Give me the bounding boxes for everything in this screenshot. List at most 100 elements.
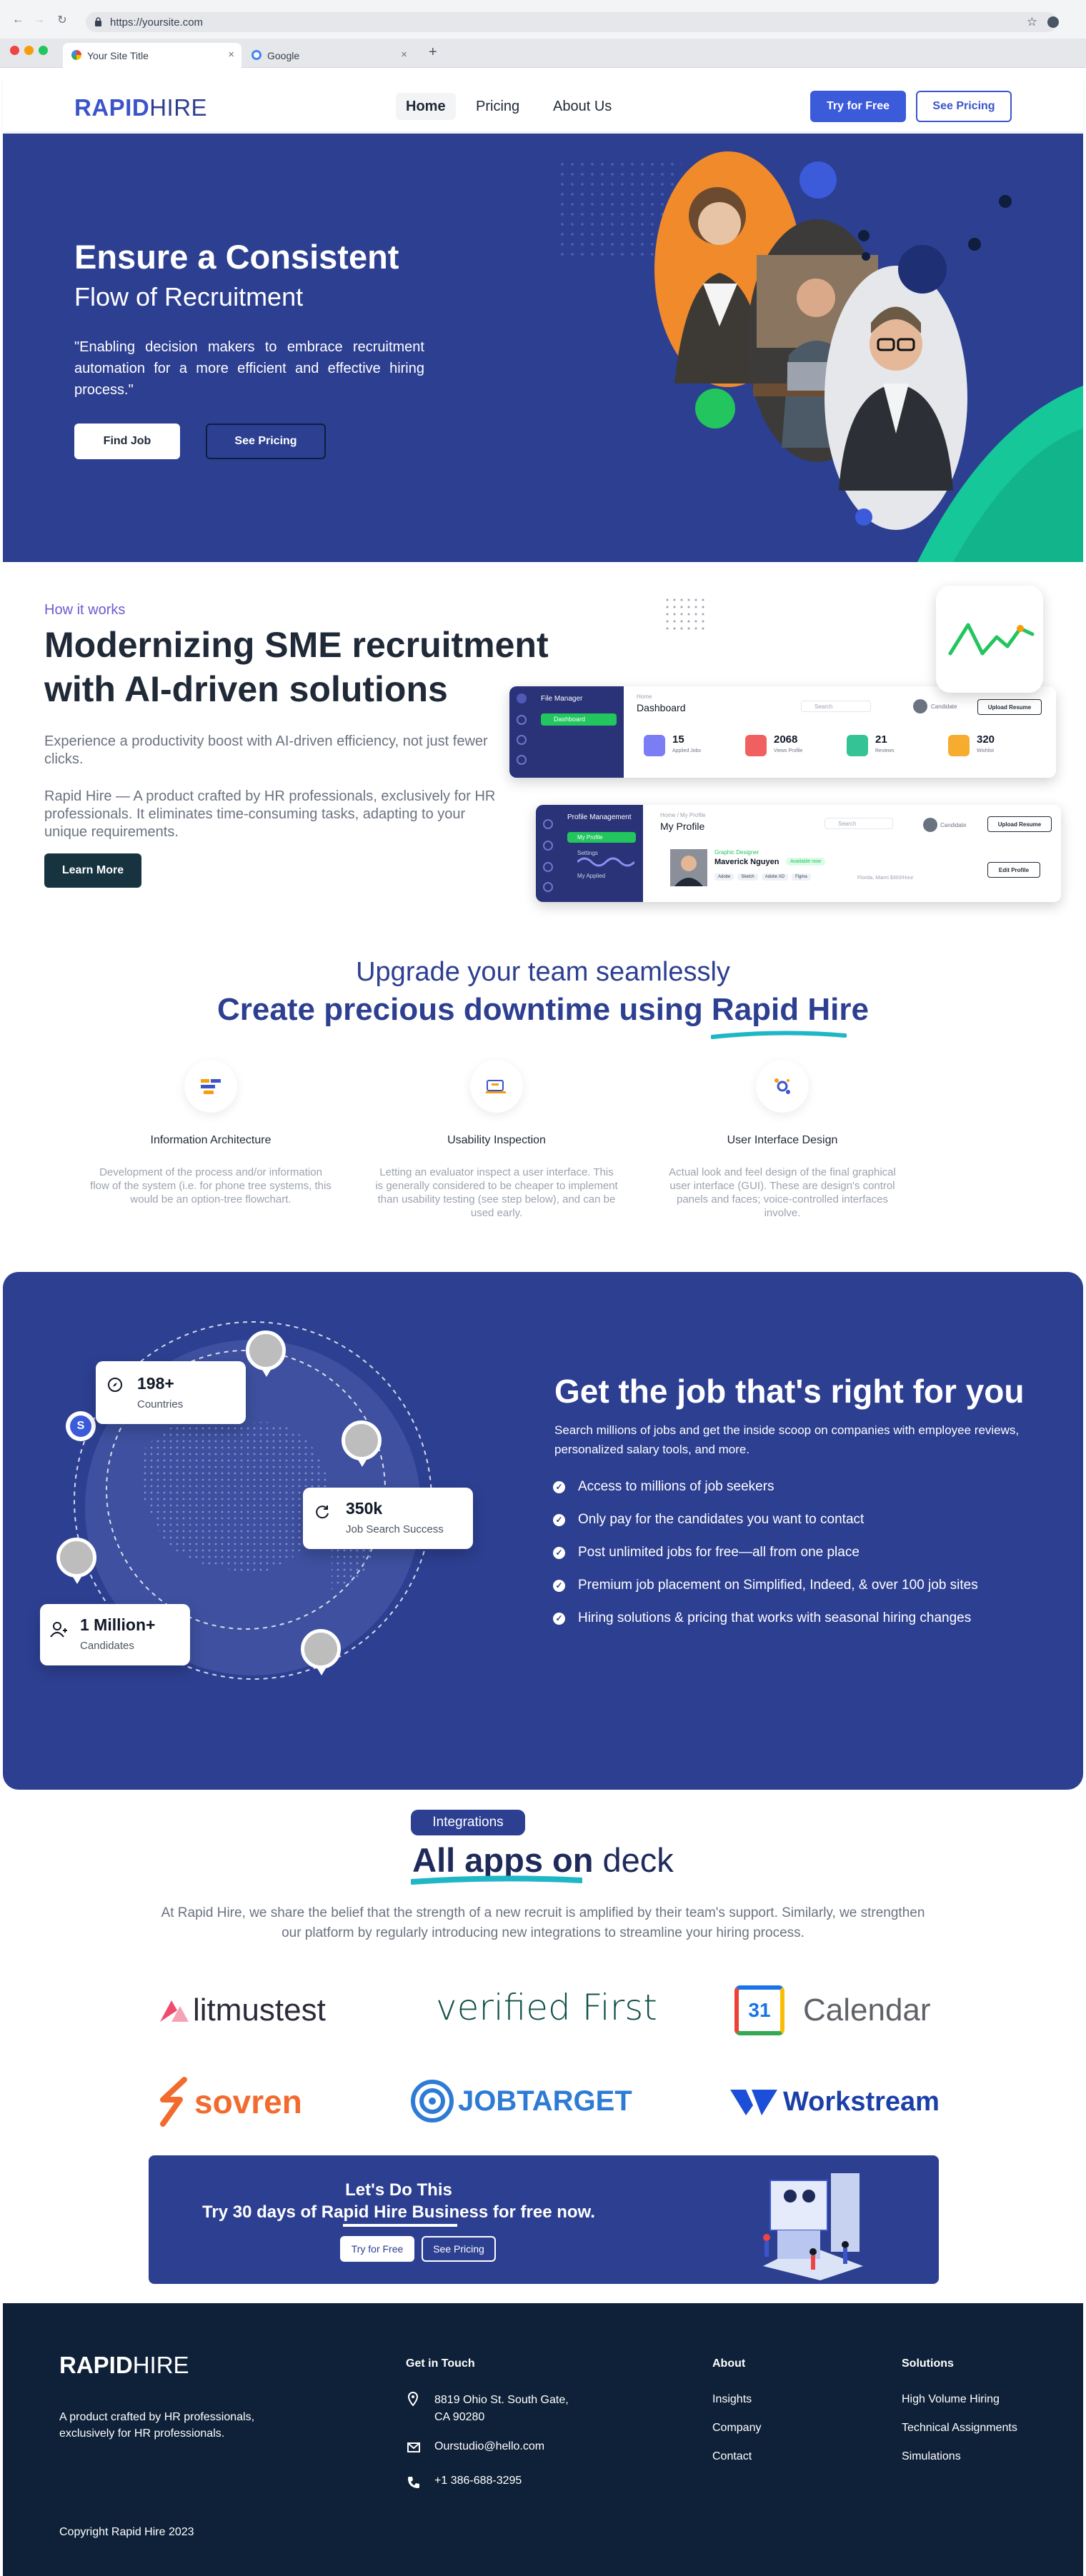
footer-address: 8819 Ohio St. South Gate, CA 90280	[434, 2394, 569, 2423]
upgrade-subtitle: Upgrade your team seamlessly	[356, 957, 730, 987]
cta-line2: Try 30 days of Rapid Hire Business for f…	[202, 2202, 595, 2222]
profile-mockup: Profile Management My Profile Settings M…	[536, 805, 1061, 902]
see-pricing-button[interactable]: See Pricing	[916, 91, 1012, 122]
footer-tagline: A product crafted by HR professionals, e…	[59, 2411, 255, 2440]
browser-tab-active[interactable]: Your Site Title ×	[63, 43, 241, 68]
jobs-subtitle: Search millions of jobs and get the insi…	[554, 1423, 1020, 1456]
hero-title-line2: Flow of Recruitment	[74, 282, 304, 311]
learn-more-button[interactable]: Learn More	[44, 853, 141, 888]
nav-home[interactable]: Home	[396, 93, 456, 120]
dot-grid-decoration	[666, 598, 709, 631]
analytics-chart-card	[936, 586, 1043, 693]
stat-icon	[948, 735, 970, 756]
jobs-section: S 198+ Countries 350k Job Search Success…	[3, 1272, 1083, 1790]
nav-pricing[interactable]: Pricing	[466, 93, 529, 120]
footer-link-contact[interactable]: Contact	[712, 2450, 752, 2463]
footer-link-insights[interactable]: Insights	[712, 2393, 752, 2406]
litmustest-logo[interactable]: litmustest	[159, 1993, 326, 2028]
dashboard-stat: 320 Wishlist	[948, 731, 1041, 762]
mockup-sidebar: File Manager Dashboard	[509, 686, 624, 778]
try-free-button[interactable]: Try for Free	[810, 91, 906, 122]
workstream-mark-icon	[730, 2089, 777, 2115]
stat-icon	[644, 735, 665, 756]
close-tab-icon[interactable]: ×	[228, 49, 234, 61]
target-icon	[411, 2080, 454, 2123]
back-icon[interactable]: ←	[10, 12, 26, 28]
check-icon: ✓	[553, 1513, 565, 1526]
benefit-item: ✓ Hiring solutions & pricing that works w…	[553, 1610, 971, 1626]
dashboard-mockup: File Manager Dashboard Home Dashboard Se…	[509, 686, 1056, 778]
cta-line1: Let's Do This	[345, 2180, 452, 2200]
verified-first-logo[interactable]: verified First	[436, 1987, 657, 2028]
check-icon: ✓	[553, 1579, 565, 1592]
app-badge-icon: S	[66, 1411, 96, 1441]
footer-link-high-volume-hiring[interactable]: High Volume Hiring	[902, 2393, 1000, 2406]
footer-link-technical-assignments[interactable]: Technical Assignments	[902, 2422, 1017, 2435]
workstream-logo[interactable]: Workstream	[730, 2087, 940, 2118]
site-header: RAPIDHIRE Home Pricing About Us Try for …	[3, 79, 1083, 131]
site-logo[interactable]: RAPIDHIRE	[74, 94, 207, 121]
browser-tab[interactable]: Google ×	[243, 43, 414, 68]
skill-tag: Sketch	[737, 873, 758, 881]
browser-toolbar: ← → ↻ https://yoursite.com ☆	[0, 0, 1086, 39]
location-pin	[342, 1420, 382, 1467]
benefit-item: ✓ Access to millions of job seekers	[553, 1479, 774, 1495]
benefit-item: ✓ Only pay for the candidates you want to…	[553, 1512, 864, 1528]
footer-contact-heading: Get in Touch	[406, 2357, 475, 2370]
benefit-item: ✓ Premium job placement on Simplified, In…	[553, 1578, 978, 1593]
profile-icon[interactable]	[1047, 16, 1059, 28]
litmus-mark-icon	[160, 2000, 189, 2022]
tab-title: Your Site Title	[87, 50, 149, 61]
jobtarget-logo[interactable]: JOBTARGET	[411, 2080, 632, 2123]
footer-link-company[interactable]: Company	[712, 2422, 761, 2435]
close-window-dot[interactable]	[10, 46, 19, 55]
reload-icon[interactable]: ↻	[54, 12, 70, 28]
skill-tag: Adobe XD	[761, 873, 789, 881]
forward-icon[interactable]: →	[31, 12, 47, 28]
footer-solutions-heading: Solutions	[902, 2357, 954, 2370]
footer-link-simulations[interactable]: Simulations	[902, 2450, 961, 2463]
how-paragraph-1: Experience a productivity boost with AI-…	[44, 733, 488, 767]
close-tab-icon[interactable]: ×	[401, 49, 407, 61]
footer-about-heading: About	[712, 2357, 746, 2370]
check-icon: ✓	[553, 1480, 565, 1493]
cta-see-pricing-button[interactable]: See Pricing	[422, 2236, 496, 2262]
check-icon: ✓	[553, 1612, 565, 1625]
nav-about-us[interactable]: About Us	[543, 93, 622, 120]
feature-usability-inspection: Usability Inspection Letting an evaluato…	[375, 1060, 618, 1220]
section-label: How it works	[44, 602, 126, 618]
footer-phone[interactable]: +1 386-688-3295	[434, 2475, 522, 2487]
stat-job-search-success: 350k Job Search Success	[303, 1488, 473, 1549]
google-calendar-logo[interactable]: 31 Calendar	[734, 1985, 931, 2035]
location-pin	[56, 1538, 96, 1584]
avatar	[923, 818, 937, 832]
trend-line-icon	[948, 623, 1035, 656]
minimize-window-dot[interactable]	[24, 46, 34, 55]
sovren-logo[interactable]: sovren	[159, 2077, 302, 2127]
new-tab-icon[interactable]: +	[429, 44, 437, 61]
hero-see-pricing-button[interactable]: See Pricing	[206, 424, 326, 459]
maximize-window-dot[interactable]	[39, 46, 48, 55]
compass-icon	[108, 1378, 122, 1392]
address-bar[interactable]: https://yoursite.com ☆	[86, 12, 1059, 32]
skill-tags: Adobe Sketch Adobe XD Figma	[714, 873, 811, 881]
stat-candidates: 1 Million+ Candidates	[40, 1604, 190, 1665]
copyright: Copyright Rapid Hire 2023	[59, 2526, 194, 2538]
bookmark-star-icon[interactable]: ☆	[1027, 15, 1037, 29]
cta-try-free-button[interactable]: Try for Free	[340, 2236, 414, 2262]
integrations-title: All apps on deck	[412, 1841, 674, 1879]
url-text: https://yoursite.com	[110, 16, 204, 29]
footer-email[interactable]: Ourstudio@hello.com	[434, 2440, 544, 2453]
find-job-button[interactable]: Find Job	[74, 424, 180, 459]
cta-banner: Let's Do This Try 30 days of Rapid Hire …	[149, 2155, 939, 2284]
mockup-nav-dashboard: Dashboard	[541, 713, 617, 726]
integrations-description: At Rapid Hire, we share the belief that …	[161, 1905, 925, 1940]
footer-logo[interactable]: RAPIDHIRE	[59, 2352, 189, 2379]
stat-countries: 198+ Countries	[96, 1361, 246, 1424]
jobs-title: Get the job that's right for you	[554, 1373, 1025, 1410]
dashboard-stat: 2068 Views Profile	[745, 731, 838, 762]
stat-icon	[847, 735, 868, 756]
dashboard-stat: 15 Applied Jobs	[644, 731, 737, 762]
sovren-mark-icon	[160, 2077, 187, 2127]
ui-design-icon	[756, 1060, 809, 1113]
